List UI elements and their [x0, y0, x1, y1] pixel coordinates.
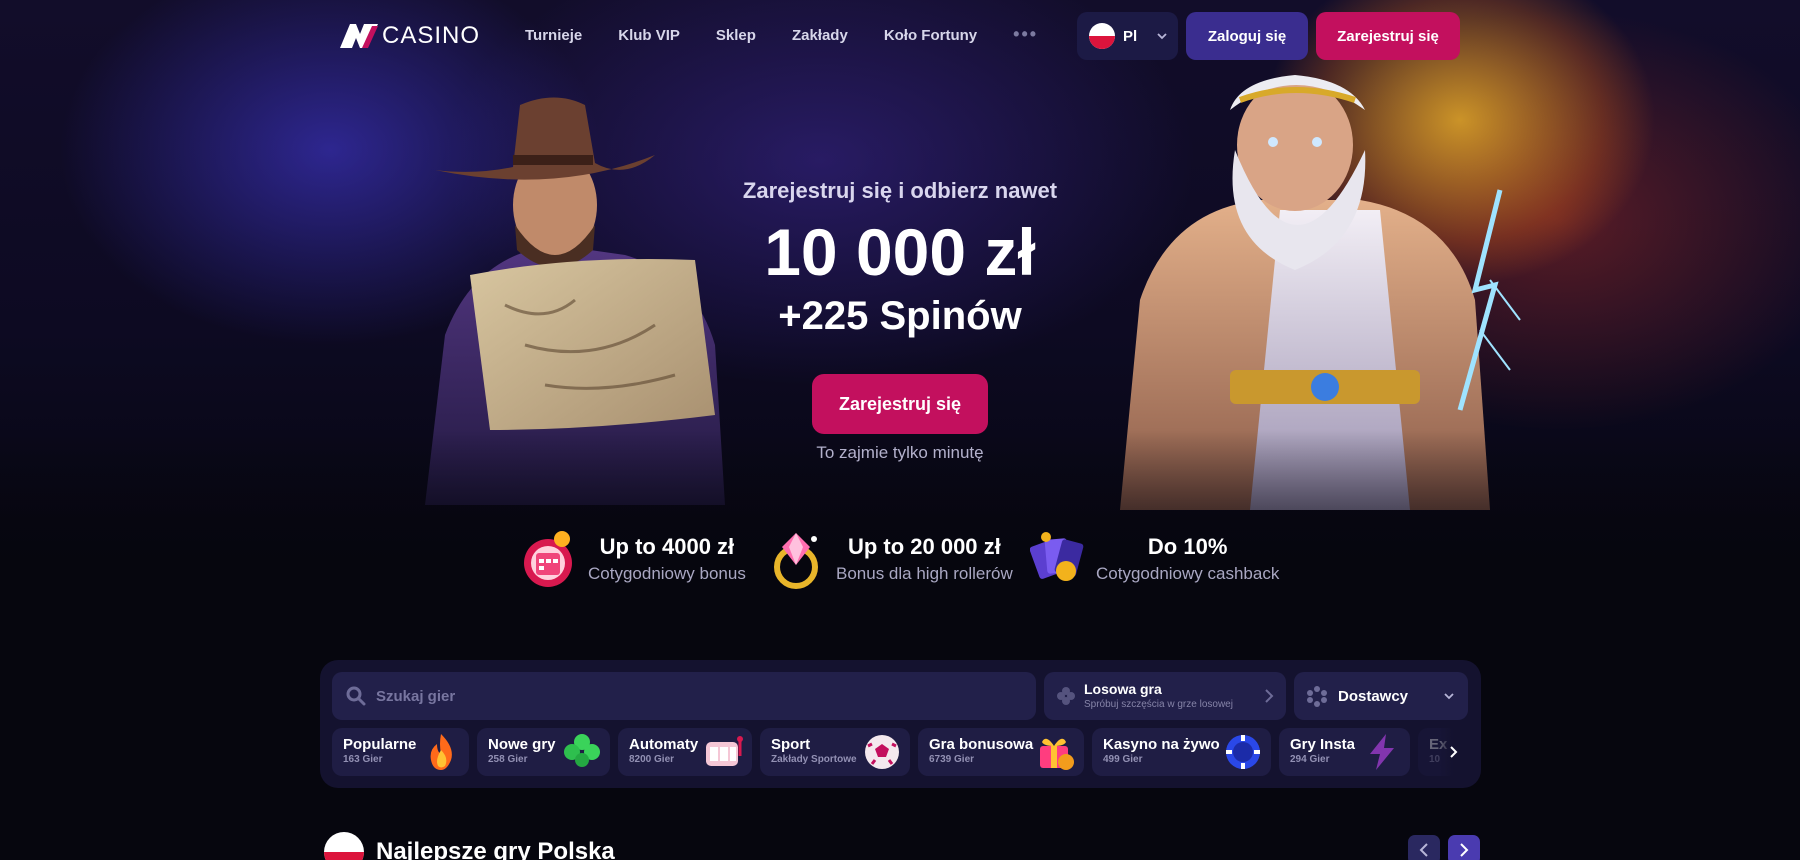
clover-icon [1057, 687, 1075, 705]
providers-icon [1307, 686, 1327, 707]
perk-subtitle: Cotygodniowy cashback [1096, 564, 1280, 583]
chevron-down-icon [1444, 693, 1454, 700]
main-nav: Turnieje Klub VIP Sklep Zakłady Koło For… [525, 25, 1074, 47]
perk-title: Up to 20 000 zł [847, 534, 1001, 559]
logo-mark-icon [340, 24, 378, 48]
clover-icon [564, 734, 600, 767]
hero-spins: +225 Spinów [778, 294, 1022, 338]
slot-machine-icon [706, 736, 743, 766]
games-panel: Losowa gra Spróbuj szczęścia w grze loso… [320, 660, 1481, 788]
category-list: Popularne 163 Gier Nowe gry 258 Gier Aut… [332, 728, 1462, 778]
perk-subtitle: Cotygodniowy bonus [588, 564, 746, 583]
top-header: CASINO Turnieje Klub VIP Sklep Zakłady K… [0, 0, 1800, 72]
poland-flag-icon [324, 832, 364, 860]
poker-chip-icon [1226, 735, 1260, 769]
language-selector[interactable]: Pl [1077, 12, 1178, 60]
login-button[interactable]: Zaloguj się [1186, 12, 1308, 60]
random-game-subtitle: Spróbuj szczęścia w grze losowej [1084, 699, 1233, 710]
category-bonus-game[interactable]: Gra bonusowa 6739 Gier [918, 728, 1084, 776]
categories-next-button[interactable] [1439, 728, 1469, 776]
gift-icon [1040, 738, 1074, 770]
more-menu-icon[interactable]: ••• [1013, 25, 1038, 47]
providers-label: Dostawcy [1338, 687, 1409, 705]
carousel-prev-button[interactable] [1408, 835, 1440, 860]
chevron-down-icon [1157, 33, 1167, 40]
search-icon [346, 686, 366, 706]
category-new-games[interactable]: Nowe gry 258 Gier [477, 728, 610, 776]
category-live-casino[interactable]: Kasyno na żywo 499 Gier [1092, 728, 1271, 776]
cards-icon [1030, 532, 1084, 581]
game-search[interactable] [332, 672, 1036, 720]
chevron-left-icon [1419, 843, 1428, 857]
logo-text: CASINO [382, 22, 481, 49]
category-popular[interactable]: Popularne 163 Gier [332, 728, 469, 776]
best-games-title: Najlepsze gry Polska [376, 838, 615, 860]
perk-title: Do 10% [1147, 534, 1228, 559]
chevron-right-icon [1450, 746, 1458, 758]
nav-item-wheel-of-fortune[interactable]: Koło Fortuny [884, 25, 977, 47]
nav-item-bets[interactable]: Zakłady [792, 25, 848, 47]
random-game-title: Losowa gra [1084, 681, 1162, 697]
register-button[interactable]: Zarejestruj się [1316, 12, 1460, 60]
perk-subtitle: Bonus dla high rollerów [836, 564, 1013, 583]
perk-high-roller-bonus: Up to 20 000 zł Bonus dla high rollerów [770, 528, 1013, 590]
hero-amount: 10 000 zł [764, 215, 1036, 289]
language-label: Pl [1123, 27, 1138, 45]
perk-weekly-cashback: Do 10% Cotygodniowy cashback [1030, 528, 1279, 590]
perk-weekly-bonus: Up to 4000 zł Cotygodniowy bonus [522, 528, 746, 590]
hero-register-button[interactable]: Zarejestruj się [812, 374, 988, 434]
search-input[interactable] [376, 687, 976, 705]
hero-note: To zajmie tylko minutę [816, 443, 984, 462]
category-insta-games[interactable]: Gry Insta 294 Gier [1279, 728, 1410, 776]
logo[interactable]: CASINO [340, 22, 480, 50]
random-game-button[interactable]: Losowa gra Spróbuj szczęścia w grze loso… [1044, 672, 1286, 720]
providers-dropdown[interactable]: Dostawcy [1294, 672, 1468, 720]
category-slots[interactable]: Automaty 8200 Gier [618, 728, 752, 776]
soccer-ball-icon [865, 735, 899, 769]
nav-item-shop[interactable]: Sklep [716, 25, 756, 47]
hero-subtitle: Zarejestruj się i odbierz nawet [742, 178, 1058, 203]
carousel-next-button[interactable] [1448, 835, 1480, 860]
perk-title: Up to 4000 zł [599, 534, 735, 559]
nav-item-tournaments[interactable]: Turnieje [525, 25, 582, 47]
chevron-right-icon [1265, 689, 1274, 703]
lightning-icon [1370, 734, 1394, 770]
diamond-ring-icon [774, 533, 818, 589]
fire-icon [430, 734, 452, 770]
nav-item-vip-club[interactable]: Klub VIP [618, 25, 680, 47]
chevron-right-icon [1460, 843, 1469, 857]
poland-flag-icon [1089, 23, 1115, 49]
category-sport[interactable]: Sport Zakłady Sportowe [760, 728, 910, 776]
calendar-gift-icon [524, 531, 572, 587]
